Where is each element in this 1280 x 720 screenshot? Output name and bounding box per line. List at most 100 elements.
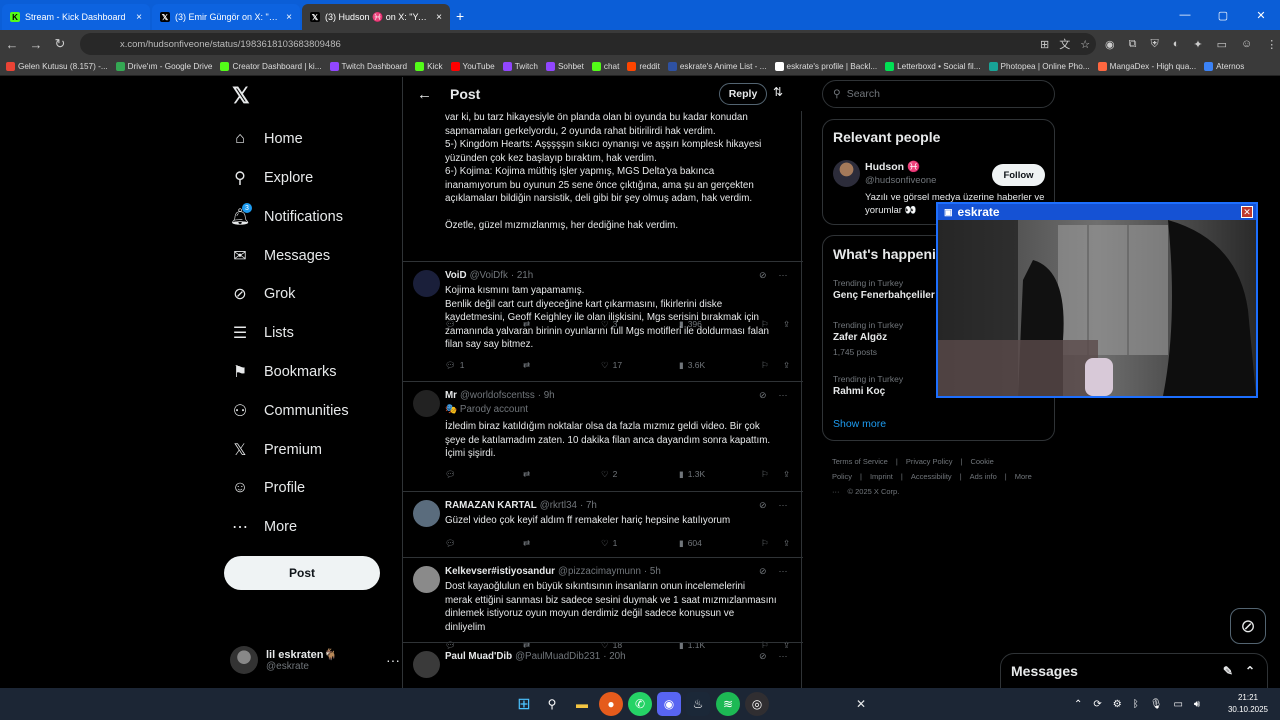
bookmark-item[interactable]: MangaDex - High qua...: [1097, 62, 1196, 71]
timestamp[interactable]: · 9h: [538, 390, 555, 401]
grok-icon[interactable]: ⊘: [759, 390, 767, 401]
footer-link[interactable]: Imprint: [870, 472, 893, 481]
back-arrow-icon[interactable]: ←: [417, 86, 432, 103]
post-button[interactable]: Post: [224, 556, 380, 590]
more-icon[interactable]: ···: [779, 270, 788, 281]
views-button[interactable]: ▮ 3.6K: [679, 360, 761, 371]
bookmark-item[interactable]: Aternos: [1204, 62, 1244, 71]
share-icon[interactable]: ⇪: [783, 538, 790, 549]
search-input[interactable]: ⚲ Search: [822, 80, 1055, 108]
author-name[interactable]: VoiD: [445, 270, 467, 281]
author-name[interactable]: Paul Muad'Dib: [445, 651, 512, 662]
share-icon[interactable]: ⇪: [783, 360, 790, 371]
views-button[interactable]: ▮ 1.3K: [679, 469, 761, 480]
firefox-icon[interactable]: ●: [599, 692, 623, 716]
stream-title-bar[interactable]: ▣ eskrate: [938, 204, 1256, 220]
reply-button[interactable]: 💬︎ 1: [445, 360, 523, 371]
author-handle[interactable]: @PaulMuadDib231: [515, 651, 600, 662]
bookmark-item[interactable]: Kick: [415, 62, 443, 71]
heart-button[interactable]: ♡ 17: [601, 360, 679, 371]
messages-drawer[interactable]: Messages ✎ ⌃: [1000, 653, 1268, 689]
new-tab-button[interactable]: +: [456, 8, 464, 24]
spotify-icon[interactable]: ≋: [716, 692, 740, 716]
author-handle[interactable]: @VoiDfk: [470, 270, 508, 281]
obs-icon[interactable]: ◎: [745, 692, 769, 716]
more-icon[interactable]: ···: [779, 390, 788, 401]
repost-button[interactable]: ⇄: [523, 538, 601, 549]
star-icon[interactable]: ☆: [1080, 38, 1090, 51]
avatar[interactable]: [833, 160, 860, 187]
clock[interactable]: 21:21 30.10.2025: [1218, 692, 1278, 716]
reply-button[interactable]: 💬︎: [445, 538, 523, 549]
author-handle[interactable]: @worldofscentss: [460, 390, 535, 401]
views-button[interactable]: ▮ 604: [679, 538, 761, 549]
bookmark-item[interactable]: Drive'ım - Google Drive: [115, 62, 212, 71]
extension-icon[interactable]: ◉: [1105, 38, 1115, 51]
close-tab-icon[interactable]: ×: [436, 12, 442, 23]
author-name[interactable]: Mr: [445, 390, 457, 401]
shield-icon[interactable]: ⛨: [1150, 38, 1158, 51]
bookmark-item[interactable]: YouTube: [450, 62, 495, 71]
avatar[interactable]: [413, 651, 440, 678]
footer-link[interactable]: Accessibility: [911, 472, 952, 481]
footer-link[interactable]: Terms of Service: [832, 457, 888, 466]
grok-icon[interactable]: ⊘: [1230, 608, 1266, 644]
footer-link[interactable]: © 2025 X Corp.: [848, 487, 900, 496]
bookmark-item[interactable]: Twitch Dashboard: [329, 62, 407, 71]
bookmark-item[interactable]: eskrate's profile | Backl...: [774, 62, 877, 71]
windows-start-icon[interactable]: ⊞: [512, 692, 536, 716]
bookmark-item[interactable]: Letterboxd • Social fil...: [885, 62, 981, 71]
search-icon[interactable]: ⚲: [540, 692, 564, 716]
chevron-up-icon[interactable]: ⌃: [1245, 664, 1255, 678]
discord-icon[interactable]: ◉: [657, 692, 681, 716]
follow-button[interactable]: Follow: [992, 164, 1045, 186]
avatar[interactable]: [413, 566, 440, 593]
sidebar-item-profile[interactable]: ☺ Profile: [230, 472, 305, 504]
bookmark-item[interactable]: eskrate's Anime List - ...: [667, 62, 767, 71]
sidebar-item-home[interactable]: ⌂ Home: [230, 123, 303, 155]
browser-tab[interactable]: 𝕏 (3) Hudson ♓ on X: "Yarım saa ×: [302, 4, 450, 30]
timestamp[interactable]: · 5h: [644, 566, 661, 577]
bookmark-item[interactable]: reddit: [627, 62, 660, 71]
avatar[interactable]: [413, 270, 440, 297]
translate-icon[interactable]: 文: [1059, 36, 1070, 52]
bookmark-item[interactable]: Twitch: [502, 62, 538, 71]
back-icon[interactable]: ←: [0, 37, 24, 52]
volume-icon[interactable]: 🔊︎: [1194, 699, 1200, 710]
browser-tab[interactable]: 𝕏 (3) Emir Güngör on X: "@reiz4k ×: [152, 4, 300, 30]
install-icon[interactable]: ⊞: [1040, 38, 1049, 51]
sidebar-item-premium[interactable]: 𝕏 Premium: [230, 434, 322, 466]
repost-button[interactable]: ⇄: [523, 469, 601, 480]
gear-icon[interactable]: ⚙: [1113, 699, 1122, 710]
sliders-icon[interactable]: ⇅: [773, 85, 783, 99]
account-switcher[interactable]: lil eskraten🐐 @eskrate ···: [230, 642, 400, 678]
sidebar-item-grok[interactable]: ⊘ Grok: [230, 278, 295, 310]
whatsapp-icon[interactable]: ✆: [628, 692, 652, 716]
forward-icon[interactable]: →: [24, 37, 48, 52]
sidebar-item-communities[interactable]: ⚇ Communities: [230, 395, 349, 427]
file-explorer-icon[interactable]: ▬: [570, 692, 594, 716]
grok-icon[interactable]: ⊘: [759, 651, 767, 662]
avatar[interactable]: [413, 390, 440, 417]
bookmark-icon[interactable]: ⚐: [761, 360, 783, 371]
extensions-puzzle-icon[interactable]: ⧉: [1129, 38, 1137, 51]
close-icon[interactable]: ✕: [1241, 206, 1253, 218]
browser-tab[interactable]: K Stream - Kick Dashboard ×: [2, 4, 150, 30]
wand-icon[interactable]: ✦: [1193, 38, 1202, 51]
bookmark-item[interactable]: Creator Dashboard | ki...: [220, 62, 322, 71]
sidebar-item-explore[interactable]: ⚲ Explore: [230, 162, 313, 194]
bluetooth-icon[interactable]: ᛒ: [1133, 699, 1139, 710]
author-handle[interactable]: @rkrtl34: [540, 500, 577, 511]
repost-button[interactable]: ⇄: [523, 360, 601, 371]
sidebar-item-messages[interactable]: ✉ Messages: [230, 240, 330, 272]
more-icon[interactable]: ···: [779, 500, 788, 511]
menu-icon[interactable]: ⋮: [1266, 38, 1277, 51]
timestamp[interactable]: · 20h: [603, 651, 625, 662]
author-name[interactable]: RAMAZAN KARTAL: [445, 500, 537, 511]
more-icon[interactable]: ···: [779, 566, 788, 577]
steam-icon[interactable]: ♨: [686, 692, 710, 716]
heart-button[interactable]: ♡ 2: [601, 469, 679, 480]
microphone-icon[interactable]: 🎙︎: [1150, 699, 1163, 710]
sidebar-icon[interactable]: ▭: [1217, 38, 1227, 51]
author-handle[interactable]: @pizzacimaymunn: [558, 566, 641, 577]
